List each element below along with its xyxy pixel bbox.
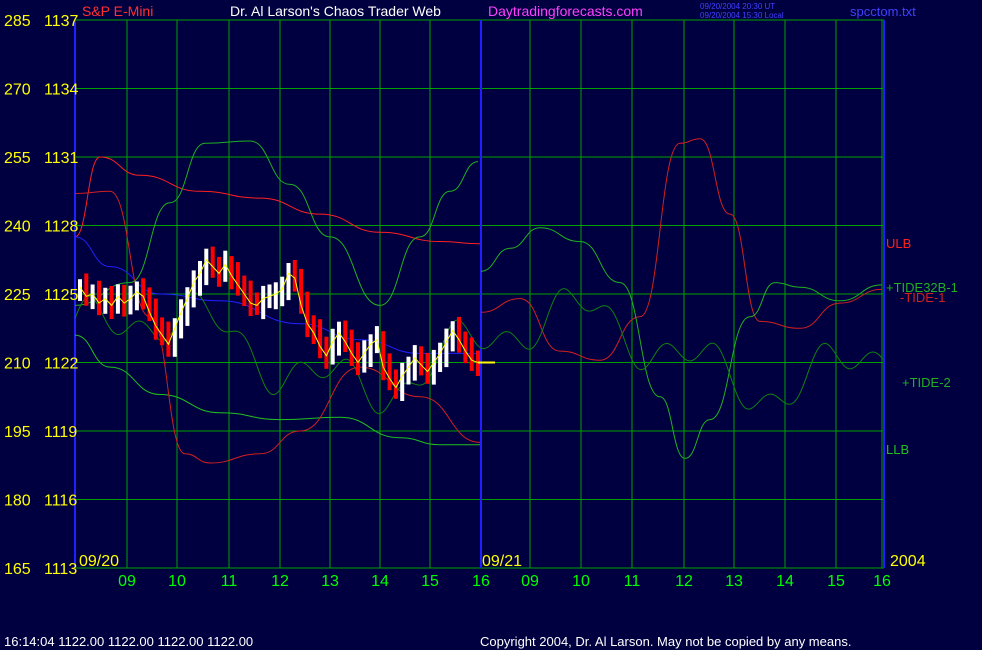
data-filename: spcctom.txt bbox=[850, 4, 916, 19]
x-hour-label: 10 bbox=[168, 573, 186, 590]
price-bar bbox=[343, 320, 348, 352]
price-bar bbox=[160, 317, 165, 346]
x-hour-label: 12 bbox=[271, 573, 289, 590]
price-bar bbox=[153, 298, 158, 340]
price-bar bbox=[299, 268, 304, 314]
y-label-right: 1119 bbox=[44, 424, 77, 441]
tide1-label: -TIDE-1 bbox=[900, 290, 946, 305]
y-label-left: 240 bbox=[4, 219, 31, 236]
ulb-label: ULB bbox=[886, 236, 911, 251]
y-label-right: 1134 bbox=[44, 82, 79, 99]
price-bar bbox=[438, 342, 443, 372]
price-bar bbox=[235, 262, 240, 296]
price-bar bbox=[97, 280, 101, 316]
price-bar bbox=[318, 319, 323, 359]
price-bar bbox=[330, 328, 335, 365]
x-hour-label: 11 bbox=[624, 573, 641, 590]
price-bar bbox=[122, 284, 127, 317]
price-bar bbox=[368, 334, 373, 367]
price-bar bbox=[179, 299, 184, 339]
date-label-day2: 09/21 bbox=[482, 553, 522, 570]
x-hour-label: 10 bbox=[572, 573, 590, 590]
quote-line: 16:14:04 1122.00 1122.00 1122.00 1122.00 bbox=[4, 634, 253, 649]
price-bar bbox=[292, 260, 297, 292]
price-bar bbox=[425, 352, 430, 384]
site-title: Dr. Al Larson's Chaos Trader Web bbox=[230, 3, 441, 19]
price-bar bbox=[431, 349, 436, 385]
y-label-left: 285 bbox=[4, 13, 31, 30]
price-bar bbox=[463, 331, 468, 364]
x-hour-label: 11 bbox=[221, 573, 238, 590]
price-bar bbox=[261, 285, 266, 320]
x-hour-label: 15 bbox=[421, 573, 439, 590]
price-bar bbox=[242, 275, 247, 307]
price-bar bbox=[134, 281, 139, 311]
timestamp-local: 09/20/2004 15:30 Local bbox=[700, 11, 784, 20]
price-bar bbox=[349, 329, 354, 366]
x-hour-label: 09 bbox=[521, 573, 539, 590]
price-bar bbox=[356, 342, 360, 376]
price-bar bbox=[185, 287, 190, 326]
x-hour-label: 14 bbox=[371, 573, 389, 590]
price-bar bbox=[362, 340, 367, 373]
y-label-right: 1125 bbox=[44, 287, 79, 304]
chaos-trader-chart: S&P E-Mini Dr. Al Larson's Chaos Trader … bbox=[0, 0, 982, 650]
price-bar bbox=[166, 321, 171, 357]
price-bar bbox=[444, 328, 449, 368]
y-label-left: 165 bbox=[4, 561, 31, 578]
x-hour-label: 12 bbox=[675, 573, 693, 590]
price-bar bbox=[337, 321, 341, 356]
price-bar bbox=[457, 316, 461, 353]
y-label-left: 195 bbox=[4, 424, 31, 441]
price-bar bbox=[198, 261, 202, 296]
price-bar bbox=[191, 270, 196, 308]
price-bar bbox=[450, 321, 455, 352]
x-hour-label: 13 bbox=[725, 573, 743, 590]
price-bar bbox=[273, 282, 278, 310]
y-label-right: 1113 bbox=[44, 561, 77, 578]
copyright: Copyright 2004, Dr. Al Larson. May not b… bbox=[480, 634, 851, 649]
price-bar bbox=[286, 263, 291, 301]
x-hour-label: 16 bbox=[873, 573, 891, 590]
year-label: 2004 bbox=[890, 553, 926, 570]
y-label-left: 210 bbox=[4, 356, 31, 373]
x-hour-label: 13 bbox=[321, 573, 339, 590]
x-hour-label: 16 bbox=[472, 573, 490, 590]
y-label-right: 1116 bbox=[44, 493, 77, 510]
price-bar bbox=[280, 276, 285, 307]
x-hour-label: 14 bbox=[776, 573, 794, 590]
price-bar bbox=[412, 345, 417, 381]
price-bar bbox=[248, 280, 253, 316]
tide2-label: +TIDE-2 bbox=[902, 375, 951, 390]
y-label-right: 1131 bbox=[44, 150, 79, 167]
y-label-left: 270 bbox=[4, 82, 31, 99]
y-label-right: 1128 bbox=[44, 219, 79, 236]
price-bar bbox=[305, 291, 310, 338]
y-label-left: 225 bbox=[4, 287, 31, 304]
date-label-day1: 09/20 bbox=[79, 553, 119, 570]
price-bar bbox=[210, 246, 215, 278]
llb-label: LLB bbox=[886, 442, 909, 457]
price-bar bbox=[469, 337, 474, 371]
instrument-title: S&P E-Mini bbox=[82, 3, 153, 19]
timestamp-ut: 09/20/2004 20:30 UT bbox=[700, 2, 775, 11]
price-bar bbox=[84, 273, 89, 306]
price-bar bbox=[419, 346, 424, 376]
y-label-right: 1122 bbox=[44, 356, 79, 373]
price-bar bbox=[141, 278, 146, 310]
price-bar bbox=[381, 331, 386, 381]
x-hour-label: 09 bbox=[118, 573, 136, 590]
x-hour-label: 15 bbox=[827, 573, 845, 590]
price-bar bbox=[400, 362, 405, 401]
y-label-right: 1137 bbox=[44, 13, 79, 30]
price-bar bbox=[204, 248, 209, 286]
price-bar bbox=[406, 356, 411, 385]
price-bar bbox=[387, 353, 392, 391]
site-url[interactable]: Daytradingforecasts.com bbox=[488, 3, 643, 19]
price-bar bbox=[311, 315, 316, 344]
y-label-left: 180 bbox=[4, 493, 31, 510]
y-label-left: 255 bbox=[4, 150, 31, 167]
